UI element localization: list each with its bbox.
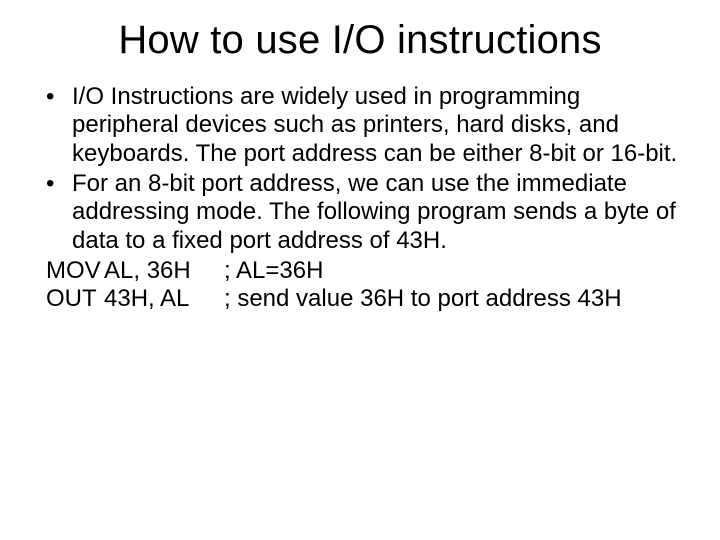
slide: How to use I/O instructions • I/O Instru… [0,0,720,540]
code-mnemonic: MOV [46,257,104,285]
code-line: OUT 43H, AL ; send value 36H to port add… [40,285,680,313]
code-comment: ; send value 36H to port address 43H [224,285,680,313]
bullet-item: • I/O Instructions are widely used in pr… [40,83,680,168]
slide-title: How to use I/O instructions [40,18,680,63]
code-comment: ; AL=36H [224,257,680,285]
code-args: AL, 36H [104,257,224,285]
code-args: 43H, AL [104,285,224,313]
bullet-marker-icon: • [40,170,72,255]
slide-body: • I/O Instructions are widely used in pr… [40,83,680,314]
code-line: MOV AL, 36H ; AL=36H [40,257,680,285]
bullet-marker-icon: • [40,83,72,168]
code-mnemonic: OUT [46,285,104,313]
bullet-text: I/O Instructions are widely used in prog… [72,83,680,168]
bullet-item: • For an 8-bit port address, we can use … [40,170,680,255]
bullet-text: For an 8-bit port address, we can use th… [72,170,680,255]
